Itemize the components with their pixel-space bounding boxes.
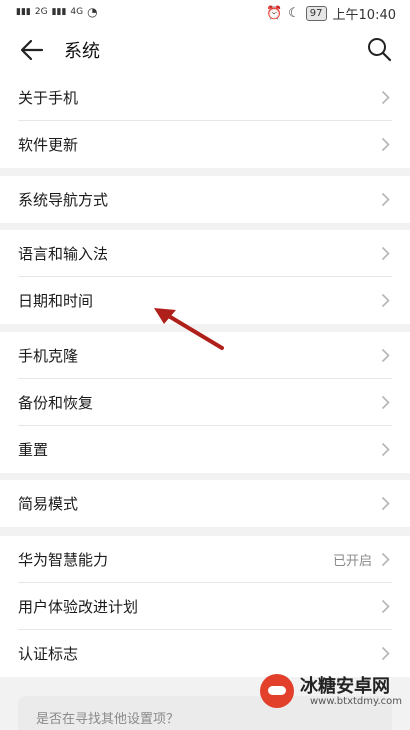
settings-row-label: 软件更新: [18, 136, 79, 154]
settings-row-label: 日期和时间: [18, 292, 94, 310]
settings-row[interactable]: 重置: [0, 426, 410, 473]
network-type-1: 2G: [34, 7, 48, 17]
settings-row-label: 系统导航方式: [18, 191, 109, 209]
settings-row-label: 用户体验改进计划: [18, 598, 139, 616]
chevron-right-icon: [381, 646, 390, 661]
settings-row-label: 认证标志: [18, 645, 79, 663]
settings-row-label: 手机克隆: [18, 347, 79, 365]
chevron-right-icon: [381, 137, 390, 152]
signal-icon-2: ▮▮▮: [51, 7, 67, 17]
settings-group: 华为智慧能力 已开启用户体验改进计划 认证标志: [0, 536, 410, 677]
settings-row[interactable]: 备份和恢复: [0, 379, 410, 426]
settings-row-label: 简易模式: [18, 495, 79, 513]
search-icon[interactable]: [366, 36, 392, 62]
settings-row[interactable]: 手机克隆: [0, 332, 410, 379]
settings-row[interactable]: 简易模式: [0, 480, 410, 527]
settings-group: 手机克隆备份和恢复重置: [0, 332, 410, 473]
battery-indicator: 97: [305, 6, 327, 21]
settings-row[interactable]: 用户体验改进计划: [0, 583, 410, 630]
chevron-right-icon: [381, 246, 390, 261]
chevron-right-icon: [381, 395, 390, 410]
settings-row-label: 备份和恢复: [18, 394, 94, 412]
chevron-right-icon: [381, 552, 390, 567]
signal-icon-1: ▮▮▮: [16, 7, 31, 17]
settings-row[interactable]: 关于手机: [0, 74, 410, 121]
chevron-right-icon: [381, 496, 390, 511]
settings-row-label: 关于手机: [18, 89, 79, 107]
watermark-url: www.btxtdmy.com: [310, 696, 403, 707]
status-bar: ▮▮▮ 2G ▮▮▮ 4G ◔ ⏰ ☾ 97 上午10:40: [0, 0, 410, 26]
moon-icon: ☾: [288, 6, 300, 21]
chevron-right-icon: [381, 442, 390, 457]
chevron-right-icon: [381, 90, 390, 105]
settings-row[interactable]: 华为智慧能力 已开启: [0, 536, 410, 583]
chevron-right-icon: [381, 599, 390, 614]
chevron-right-icon: [381, 348, 390, 363]
page-title: 系统: [64, 41, 100, 62]
clock: 上午10:40: [332, 8, 396, 23]
network-type-2: 4G: [70, 7, 84, 17]
watermark: 冰糖安卓网 www.btxtdmy.com: [254, 668, 404, 728]
watermark-name: 冰糖安卓网: [300, 676, 390, 697]
settings-row[interactable]: 日期和时间: [0, 277, 410, 324]
settings-group: 系统导航方式: [0, 176, 410, 223]
settings-row-label: 重置: [18, 441, 49, 459]
chevron-right-icon: [381, 192, 390, 207]
settings-row[interactable]: 语言和输入法: [0, 230, 410, 277]
app-bar: 系统: [0, 26, 410, 74]
settings-row[interactable]: 系统导航方式: [0, 176, 410, 223]
settings-row-value: 已开启: [332, 554, 372, 569]
search-suggestion-text: 是否在寻找其他设置项？: [36, 712, 180, 727]
back-arrow-icon[interactable]: [18, 36, 46, 64]
settings-group: 简易模式: [0, 480, 410, 527]
settings-group: 语言和输入法 日期和时间: [0, 230, 410, 324]
wifi-icon: ◔: [87, 5, 98, 19]
chevron-right-icon: [381, 293, 390, 308]
watermark-logo-icon: [260, 674, 294, 708]
settings-row-label: 语言和输入法: [18, 245, 109, 263]
settings-group: 关于手机 软件更新: [0, 74, 410, 168]
settings-row-label: 华为智慧能力: [18, 551, 109, 569]
settings-row[interactable]: 软件更新: [0, 121, 410, 168]
alarm-icon: ⏰: [265, 6, 283, 21]
